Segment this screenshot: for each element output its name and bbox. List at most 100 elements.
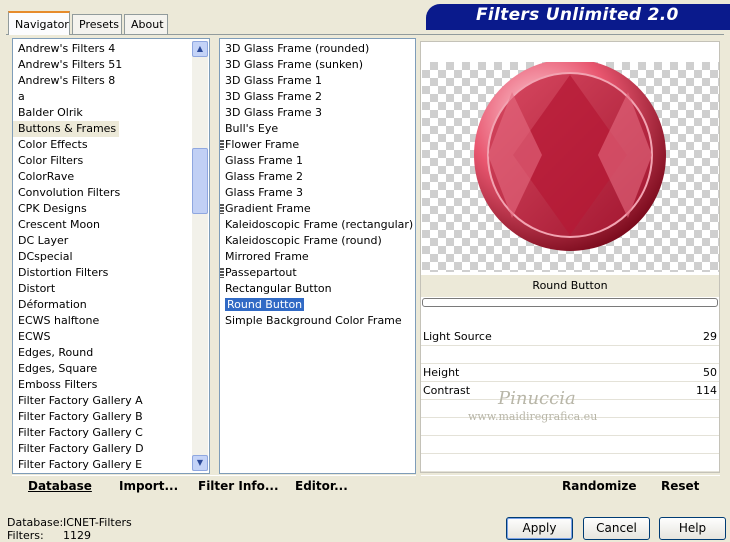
category-item[interactable]: Convolution Filters [13,185,209,201]
category-item[interactable]: Filter Factory Gallery C [13,425,209,441]
tab-about[interactable]: About [124,14,168,34]
category-item[interactable]: Distortion Filters [13,265,209,281]
slider-label: Height [423,366,460,379]
category-item[interactable]: Filter Factory Gallery A [13,393,209,409]
slider-light-source[interactable]: Light Source 29 [421,328,719,346]
app-title: Filters Unlimited 2.0 [476,5,679,25]
filter-item[interactable]: Kaleidoscopic Frame (round) [220,233,415,249]
filter-item-label: 3D Glass Frame 3 [225,106,323,119]
category-item[interactable]: Filter Factory Gallery D [13,441,209,457]
category-item[interactable]: Distort [13,281,209,297]
filter-item-label: Round Button [225,298,305,311]
filter-item[interactable]: Simple Background Color Frame [220,313,415,329]
preview-image [474,59,666,251]
filter-item[interactable]: Bull's Eye [220,121,415,137]
filter-item-label: Passepartout [225,266,297,279]
category-item[interactable]: Filter Factory Gallery E [13,457,209,473]
slider-height[interactable]: Height 50 [421,364,719,382]
up-arrow-icon[interactable]: ▲ [192,41,208,57]
category-item[interactable]: Edges, Round [13,345,209,361]
filter-name-label: Round Button [421,275,719,297]
category-item[interactable]: Balder Olrik [13,105,209,121]
filters-count-value: 1129 [63,529,91,542]
filter-item[interactable]: 3D Glass Frame 1 [220,73,415,89]
filter-item[interactable]: Rectangular Button [220,281,415,297]
category-item[interactable]: Color Filters [13,153,209,169]
slider-label: Contrast [423,384,471,397]
category-list[interactable]: Andrew's Filters 4 Andrew's Filters 51 And… [12,38,210,474]
empty-slot [421,436,719,454]
filter-item-label: 3D Glass Frame (rounded) [225,42,370,55]
filter-item-label: Kaleidoscopic Frame (round) [225,234,382,247]
filter-item[interactable]: Glass Frame 1 [220,153,415,169]
randomize-button[interactable]: Randomize [562,479,636,493]
database-button[interactable]: Database [28,479,92,493]
filter-item-label: 3D Glass Frame 2 [225,90,323,103]
tab-divider [6,34,724,35]
category-item[interactable]: Buttons & Frames [13,121,120,137]
category-item[interactable]: DCspecial [13,249,209,265]
slider-value: 29 [703,330,717,343]
category-item[interactable]: CPK Designs [13,201,209,217]
progress-bar [422,298,718,307]
filter-item-label: Glass Frame 3 [225,186,304,199]
filter-item[interactable]: 3D Glass Frame 3 [220,105,415,121]
down-arrow-icon[interactable]: ▼ [192,455,208,471]
filter-item[interactable]: Passepartout [220,265,415,281]
category-item[interactable]: ColorRave [13,169,209,185]
category-item[interactable]: Andrew's Filters 4 [13,41,209,57]
category-item[interactable]: Edges, Square [13,361,209,377]
category-item[interactable]: Déformation [13,297,209,313]
filter-list[interactable]: 3D Glass Frame (rounded) 3D Glass Frame (… [219,38,416,474]
filter-item-label: Kaleidoscopic Frame (rectangular) [225,218,414,231]
filter-item[interactable]: 3D Glass Frame (rounded) [220,41,415,57]
filter-item-label: Flower Frame [225,138,300,151]
tab-navigator[interactable]: Navigator [8,11,70,35]
filter-item[interactable]: Glass Frame 2 [220,169,415,185]
category-item[interactable]: ECWS [13,329,209,345]
category-item[interactable]: Filter Factory Gallery B [13,409,209,425]
category-item[interactable]: Color Effects [13,137,209,153]
filter-item[interactable]: Round Button [220,297,415,313]
slider-label: Light Source [423,330,492,343]
database-label: Database: [7,516,64,529]
preview-area [422,59,719,272]
apply-button[interactable]: Apply [506,517,573,540]
filter-item[interactable]: Mirrored Frame [220,249,415,265]
filter-info-button[interactable]: Filter Info... [198,479,279,493]
slider-value: 114 [696,384,717,397]
filter-item-label: 3D Glass Frame 1 [225,74,323,87]
filter-item[interactable]: Kaleidoscopic Frame (rectangular) [220,217,415,233]
help-button[interactable]: Help [659,517,726,540]
category-item[interactable]: Emboss Filters [13,377,209,393]
filter-item-label: Mirrored Frame [225,250,309,263]
scrollbar-thumb[interactable] [192,148,208,214]
grip-icon [220,204,224,214]
filter-item[interactable]: Glass Frame 3 [220,185,415,201]
tab-presets[interactable]: Presets [72,14,122,34]
category-item[interactable]: Andrew's Filters 8 [13,73,209,89]
filter-item-label: Gradient Frame [225,202,311,215]
import-button[interactable]: Import... [119,479,178,493]
category-item[interactable]: Crescent Moon [13,217,209,233]
filter-item-label: Rectangular Button [225,282,332,295]
empty-slot [421,454,719,472]
category-item[interactable]: DC Layer [13,233,209,249]
watermark-name: Pinuccia [498,388,576,409]
filter-item-label: Glass Frame 1 [225,154,304,167]
watermark-url: www.maidiregrafica.eu [468,410,598,423]
filter-item[interactable]: 3D Glass Frame 2 [220,89,415,105]
category-scrollbar[interactable]: ▲ ▼ [192,41,208,471]
filters-count-label: Filters: [7,529,44,542]
category-item[interactable]: ECWS halftone [13,313,209,329]
editor-button[interactable]: Editor... [295,479,348,493]
filter-item[interactable]: Gradient Frame [220,201,415,217]
reset-button[interactable]: Reset [661,479,699,493]
category-item[interactable]: a [13,89,209,105]
cancel-button[interactable]: Cancel [583,517,650,540]
filter-item[interactable]: Flower Frame [220,137,415,153]
category-item[interactable]: Andrew's Filters 51 [13,57,209,73]
filter-item-label: Bull's Eye [225,122,279,135]
filter-item-label: 3D Glass Frame (sunken) [225,58,363,71]
filter-item[interactable]: 3D Glass Frame (sunken) [220,57,415,73]
